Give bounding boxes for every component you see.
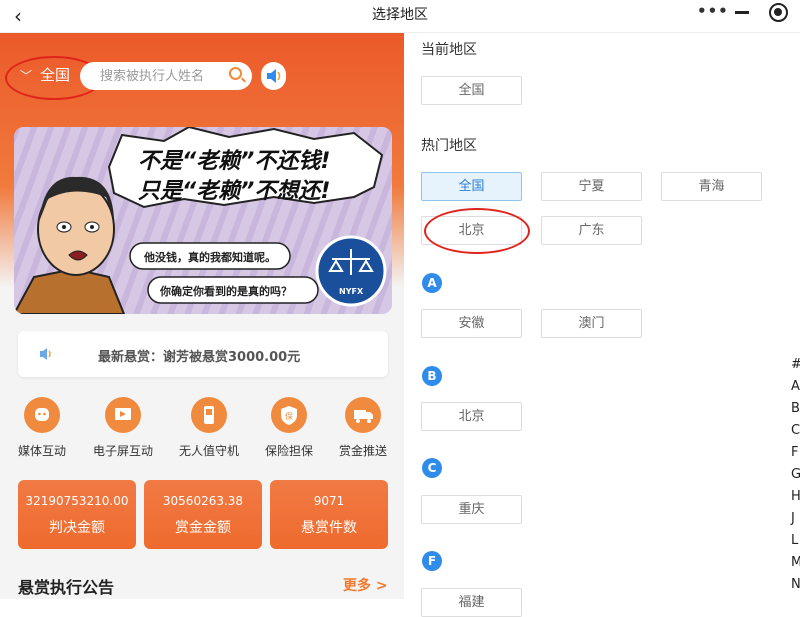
speaker-icon	[267, 69, 281, 83]
hot-region-chip[interactable]: 广东	[541, 216, 642, 245]
stat-value: 30560263.38	[162, 494, 244, 508]
region-picker-panel: 当前地区 全国 热门地区 全国 宁夏 青海 北京 广东 A 安徽 澳门 B 北京…	[404, 33, 800, 617]
bounty-notice[interactable]: 最新悬赏：谢芳被悬赏3000.00元	[18, 331, 388, 377]
index-letter[interactable]: B	[791, 401, 800, 416]
icon-label: 保险担保	[264, 444, 313, 458]
current-region-label: 当前地区	[421, 42, 477, 58]
search-bar[interactable]	[80, 62, 252, 90]
close-miniprogram-icon[interactable]	[769, 3, 788, 22]
banner-bubble-2: 你确定你看到的是真的吗？	[160, 285, 292, 298]
screen-interaction-item[interactable]: 电子屏互动	[83, 397, 163, 459]
page-title: 选择地区	[372, 7, 428, 23]
screen-icon	[105, 397, 141, 433]
home-panel: ﹀ 全国 搜索被执行人姓名 不是“老赖”不还钱! 只是“老赖”不想还! 他没钱，…	[0, 33, 404, 599]
search-input[interactable]	[100, 68, 230, 84]
svg-text:保: 保	[285, 411, 293, 421]
minimize-icon[interactable]	[735, 2, 749, 18]
region-chip[interactable]: 澳门	[541, 309, 642, 338]
stat-label: 判决金额	[49, 520, 105, 536]
feature-icons: 媒体互动 电子屏互动 无人值守机 保 保险担保 赏金推送	[0, 397, 404, 461]
region-chip[interactable]: 安徽	[421, 309, 522, 338]
index-letter[interactable]: N	[791, 577, 800, 592]
icon-label: 电子屏互动	[92, 444, 153, 458]
index-letter[interactable]: C	[791, 423, 800, 438]
group-letter-badge: F	[422, 551, 442, 571]
group-letter-badge: C	[422, 458, 442, 478]
banner-badge-text: NYFX	[339, 287, 364, 296]
index-letter[interactable]: A	[791, 379, 800, 394]
icon-label: 媒体互动	[17, 444, 66, 458]
region-chip[interactable]: 重庆	[421, 495, 522, 524]
speaker-icon	[40, 348, 51, 360]
group-letter-badge: A	[422, 273, 442, 293]
index-letter[interactable]: F	[791, 445, 800, 460]
media-interaction-item[interactable]: 媒体互动	[2, 397, 82, 459]
index-letter[interactable]: #	[791, 357, 800, 372]
index-letter[interactable]: H	[791, 489, 800, 504]
stat-bounty-amount[interactable]: 30560263.38 赏金金额	[144, 480, 262, 549]
stat-value: 32190753210.00	[25, 494, 129, 508]
banner-headline-2: 只是“老赖”不想还!	[138, 179, 331, 204]
search-icon[interactable]	[229, 67, 242, 80]
index-letter[interactable]: J	[791, 511, 800, 526]
bounty-push-item[interactable]: 赏金推送	[323, 397, 403, 459]
promo-banner[interactable]: 不是“老赖”不还钱! 只是“老赖”不想还! 他没钱，真的我都知道呢。 你确定你看…	[14, 127, 392, 314]
kiosk-icon	[191, 397, 227, 433]
chat-icon	[24, 397, 60, 433]
current-region-chip[interactable]: 全国	[421, 76, 522, 105]
annotation-circle	[424, 208, 530, 254]
stat-label: 悬赏件数	[301, 520, 357, 536]
hot-regions-label: 热门地区	[421, 138, 477, 154]
region-chip[interactable]: 北京	[421, 402, 522, 431]
hot-region-chip[interactable]: 青海	[661, 172, 762, 201]
icon-label: 无人值守机	[178, 444, 239, 458]
index-letter[interactable]: M	[791, 555, 800, 570]
stat-label: 赏金金额	[175, 520, 231, 536]
index-letter[interactable]: G	[791, 467, 800, 482]
index-letter[interactable]: L	[791, 533, 800, 548]
banner-bubble-1: 他没钱，真的我都知道呢。	[144, 251, 276, 264]
shield-icon: 保	[271, 397, 307, 433]
region-chip[interactable]: 福建	[421, 588, 522, 617]
more-dots-icon[interactable]: •••	[697, 2, 729, 20]
insurance-item[interactable]: 保 保险担保	[249, 397, 329, 459]
announcement-title: 悬赏执行公告	[18, 578, 115, 597]
stat-value: 9071	[313, 494, 345, 508]
kiosk-item[interactable]: 无人值守机	[169, 397, 249, 459]
banner-headline-1: 不是“老赖”不还钱!	[138, 149, 331, 174]
voice-button[interactable]	[261, 62, 286, 90]
more-link[interactable]: 更多 >	[343, 575, 388, 595]
hot-region-chip[interactable]: 全国	[421, 172, 522, 201]
stat-judgment-amount[interactable]: 32190753210.00 判决金额	[18, 480, 136, 549]
title-bar: ‹ 选择地区 •••	[0, 0, 800, 33]
truck-icon	[345, 397, 381, 433]
hot-region-chip[interactable]: 宁夏	[541, 172, 642, 201]
notice-text: 最新悬赏：谢芳被悬赏3000.00元	[98, 350, 301, 365]
icon-label: 赏金推送	[338, 444, 387, 458]
group-letter-badge: B	[422, 366, 442, 386]
stat-bounty-count[interactable]: 9071 悬赏件数	[270, 480, 388, 549]
